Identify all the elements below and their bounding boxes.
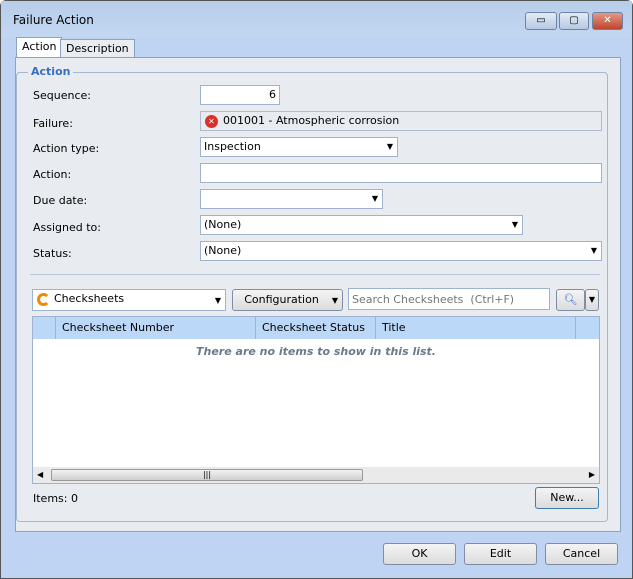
search-button[interactable]: 🔍︎ [556,289,585,311]
sequence-label: Sequence: [33,89,91,102]
tab-action[interactable]: Action [16,37,63,59]
chevron-down-icon: ▼ [590,246,597,255]
chevron-down-icon: ▼ [371,194,378,203]
search-options-button[interactable]: ▼ [585,289,599,311]
checksheets-icon [37,293,50,306]
status-label: Status: [33,247,72,260]
action-type-label: Action type: [33,142,100,155]
sequence-input[interactable]: 6 [200,85,280,105]
scroll-right-icon[interactable]: ▶ [589,470,595,479]
column-checksheet-status[interactable]: Checksheet Status [255,317,375,339]
chevron-down-icon: ▼ [214,296,221,305]
tab-description[interactable]: Description [60,39,135,59]
group-title: Action [28,65,74,78]
status-select[interactable]: (None) ▼ [200,241,602,261]
horizontal-scrollbar[interactable]: ◀ ||| ▶ [33,467,599,483]
action-label: Action: [33,168,72,181]
divider [30,274,600,275]
failure-field: ✕ 001001 - Atmospheric corrosion [200,111,602,131]
assigned-to-value: (None) [204,218,242,231]
chevron-down-icon: ▼ [588,295,596,304]
items-count: Items: 0 [33,492,78,505]
assigned-to-select[interactable]: (None) ▼ [200,215,523,235]
due-date-picker[interactable]: ▼ [200,189,383,209]
action-type-select[interactable]: Inspection ▼ [200,137,398,157]
scroll-left-icon[interactable]: ◀ [37,470,43,479]
due-date-label: Due date: [33,194,88,207]
checksheets-list: Checksheet Number Checksheet Status Titl… [32,316,600,484]
search-icon: 🔍︎ [563,293,578,306]
column-checksheet-number[interactable]: Checksheet Number [55,317,255,339]
view-select[interactable]: Checksheets ▼ [32,289,226,311]
configuration-label: Configuration [244,293,319,306]
action-type-value: Inspection [204,140,261,153]
edit-button[interactable]: Edit [464,543,537,565]
cancel-button[interactable]: Cancel [545,543,618,565]
search-input[interactable] [348,288,550,310]
list-header: Checksheet Number Checksheet Status Titl… [33,317,599,339]
chevron-down-icon: ▼ [511,220,518,229]
title-bar: Failure Action ▭ ▢ ✕ [1,1,632,37]
status-value: (None) [204,244,242,257]
window-title: Failure Action [13,13,94,27]
column-extra [575,317,595,339]
minimize-button[interactable]: ▭ [525,12,557,30]
configuration-button[interactable]: Configuration ▼ [232,289,343,311]
failure-error-gear-icon: ✕ [205,115,218,128]
failure-label: Failure: [33,117,73,130]
assigned-to-label: Assigned to: [33,221,101,234]
ok-button[interactable]: OK [383,543,456,565]
view-select-value: Checksheets [54,292,125,305]
close-button[interactable]: ✕ [592,12,623,30]
empty-message: There are no items to show in this list. [196,345,436,358]
maximize-button[interactable]: ▢ [559,12,589,30]
scrollbar-thumb[interactable]: ||| [51,469,363,481]
new-button[interactable]: New... [535,487,599,509]
action-input[interactable] [200,163,602,183]
chevron-down-icon: ▼ [386,142,393,151]
failure-value: 001001 - Atmospheric corrosion [223,114,400,127]
column-title[interactable]: Title [375,317,575,339]
chevron-down-icon: ▼ [331,296,338,305]
